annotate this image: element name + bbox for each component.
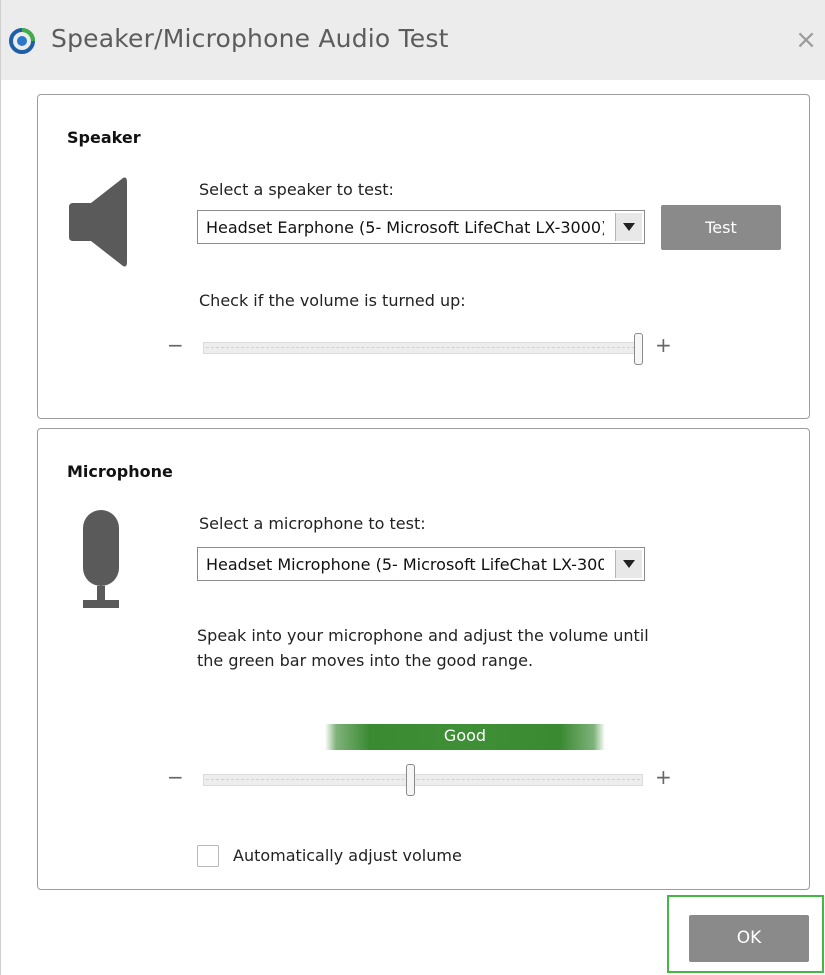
microphone-device-select[interactable]: Headset Microphone (5- Microsoft LifeCha… bbox=[197, 547, 645, 581]
speaker-select-label: Select a speaker to test: bbox=[199, 180, 394, 199]
close-button[interactable]: × bbox=[789, 22, 823, 58]
microphone-volume-plus[interactable]: + bbox=[655, 765, 672, 789]
app-logo-icon bbox=[9, 28, 35, 54]
audio-test-dialog: Speaker/Microphone Audio Test × Speaker … bbox=[0, 0, 825, 975]
good-range-bar: Good bbox=[325, 724, 605, 750]
microphone-section-title: Microphone bbox=[67, 462, 173, 481]
test-speaker-button[interactable]: Test bbox=[661, 205, 781, 250]
title-bar[interactable]: Speaker/Microphone Audio Test × bbox=[1, 0, 825, 80]
speaker-icon bbox=[69, 177, 127, 267]
auto-adjust-checkbox[interactable] bbox=[197, 845, 219, 867]
chevron-down-icon bbox=[623, 560, 635, 568]
microphone-volume-minus[interactable]: − bbox=[167, 765, 184, 789]
microphone-volume-track[interactable] bbox=[203, 774, 643, 786]
microphone-select-label: Select a microphone to test: bbox=[199, 514, 426, 533]
microphone-device-value: Headset Microphone (5- Microsoft LifeCha… bbox=[206, 555, 604, 574]
microphone-instruction-line1: Speak into your microphone and adjust th… bbox=[197, 626, 649, 645]
speaker-section-title: Speaker bbox=[67, 128, 141, 147]
good-range-label: Good bbox=[443, 726, 487, 745]
microphone-volume-thumb[interactable] bbox=[406, 764, 415, 796]
speaker-dropdown-arrow[interactable] bbox=[615, 213, 642, 241]
speaker-device-select[interactable]: Headset Earphone (5- Microsoft LifeChat … bbox=[197, 210, 645, 244]
microphone-instruction-line2: the green bar moves into the good range. bbox=[197, 651, 534, 670]
speaker-device-value: Headset Earphone (5- Microsoft LifeChat … bbox=[206, 218, 604, 237]
speaker-volume-track[interactable] bbox=[203, 342, 643, 354]
speaker-panel bbox=[37, 94, 810, 419]
speaker-volume-plus[interactable]: + bbox=[655, 333, 672, 357]
window-title: Speaker/Microphone Audio Test bbox=[51, 24, 449, 53]
chevron-down-icon bbox=[623, 223, 635, 231]
auto-adjust-label: Automatically adjust volume bbox=[233, 846, 462, 865]
speaker-volume-minus[interactable]: − bbox=[167, 333, 184, 357]
speaker-volume-thumb[interactable] bbox=[634, 333, 643, 365]
ok-button[interactable]: OK bbox=[689, 915, 809, 962]
speaker-volume-label: Check if the volume is turned up: bbox=[199, 291, 466, 310]
microphone-icon bbox=[83, 510, 119, 608]
microphone-dropdown-arrow[interactable] bbox=[615, 550, 642, 578]
